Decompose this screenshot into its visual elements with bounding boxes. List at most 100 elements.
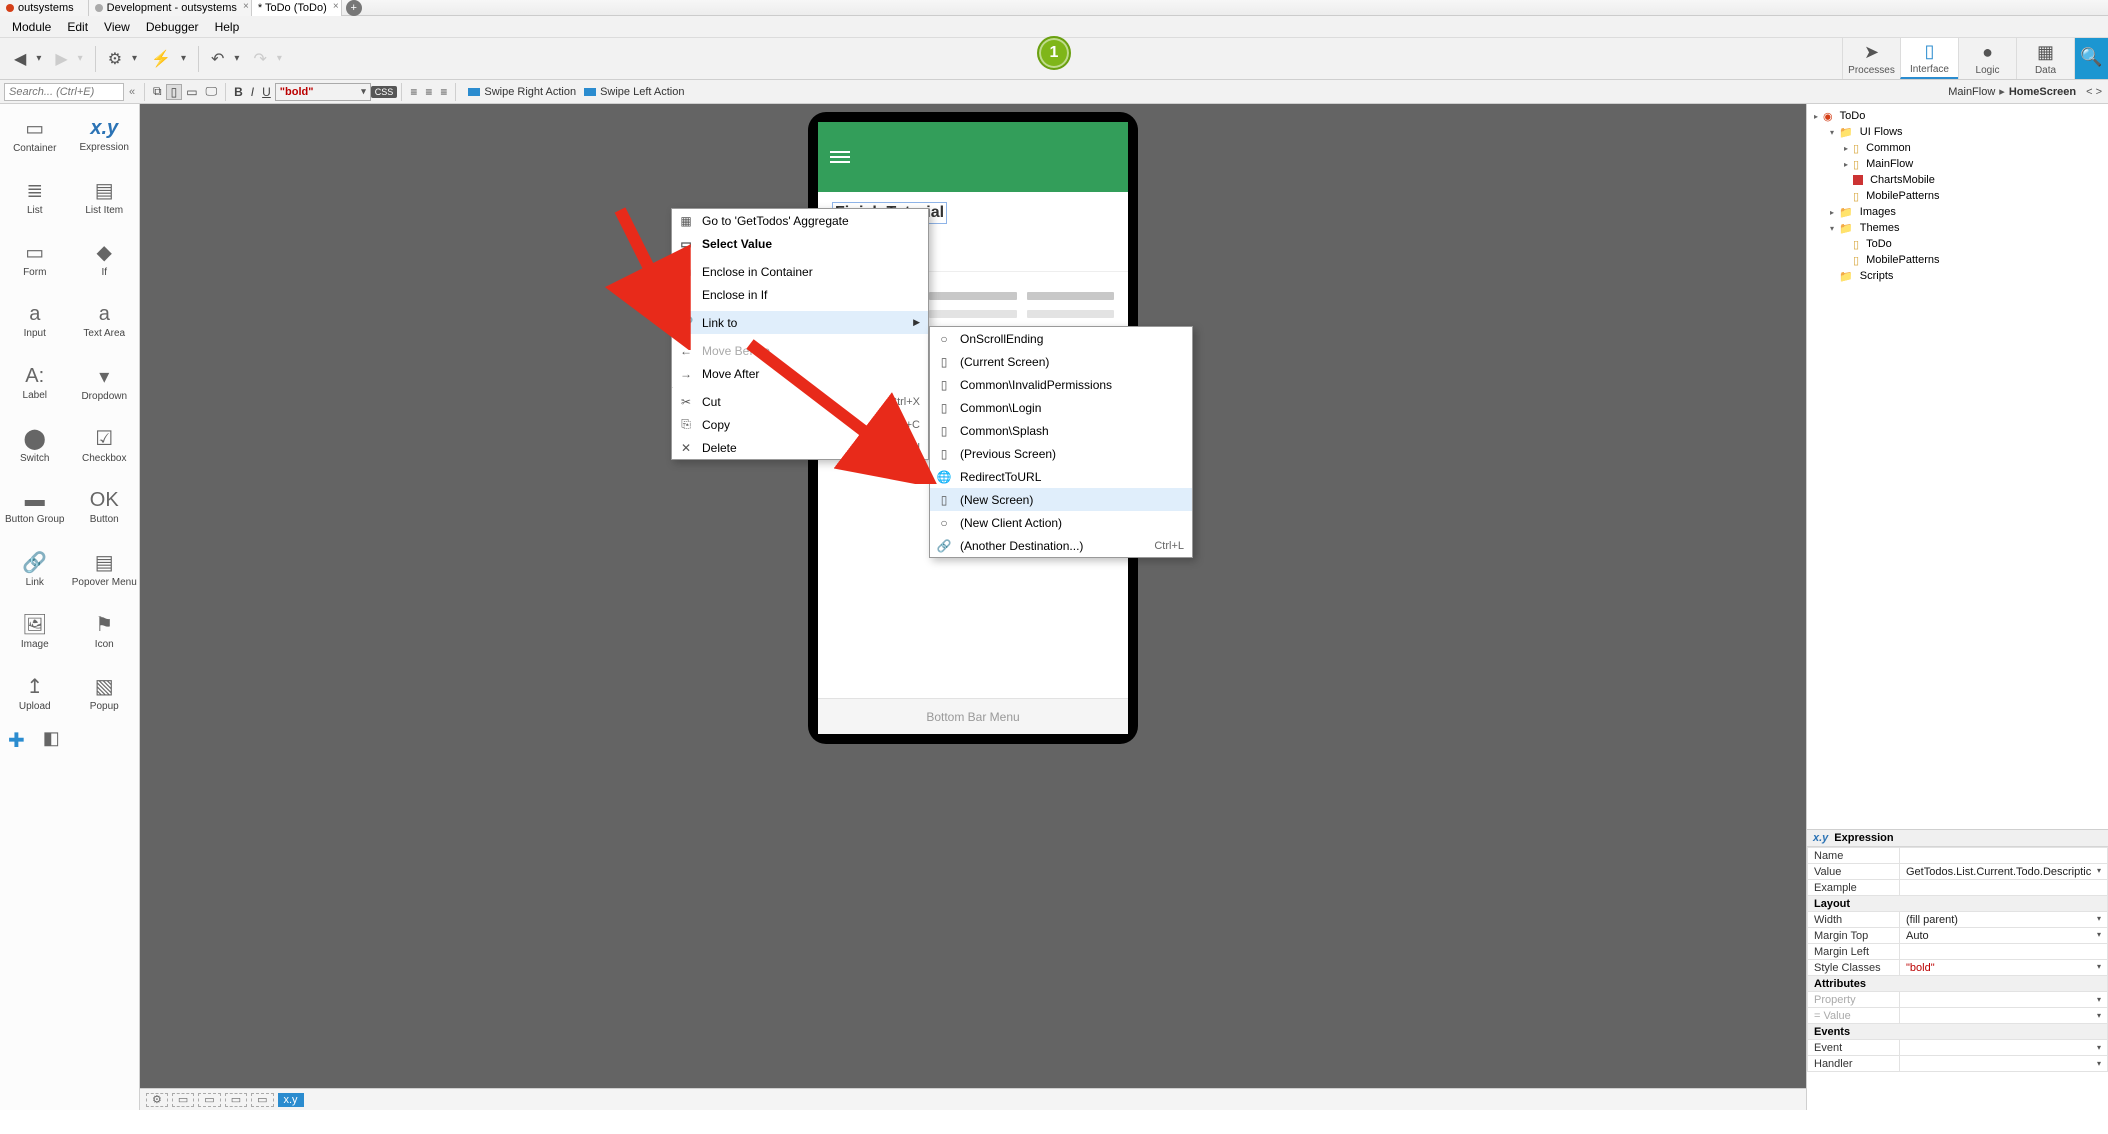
widget-tree-icon[interactable]: ⧉ [149,84,166,99]
submenu-item-redirecttourl[interactable]: 🌐RedirectToURL [930,465,1192,488]
tool-button[interactable]: OKButton [70,476,140,538]
menu-item-enclose-in-container[interactable]: ▢Enclose in Container [672,260,928,283]
toolbox-search-input[interactable] [4,83,124,101]
prop-value[interactable] [1900,880,2108,896]
back-button[interactable]: ◀ [8,47,32,71]
prop-value[interactable]: ▾ [1900,1008,2108,1024]
bottom-bar-placeholder[interactable]: Bottom Bar Menu [818,698,1128,734]
style-class-input[interactable]: "bold"▾ [275,83,371,101]
menu-item-delete[interactable]: ✕DeleteDel [672,436,928,459]
tool-input[interactable]: aInput [0,290,70,352]
gear-icon[interactable]: ⚙ [102,47,128,71]
element-tree[interactable]: ▸◉ ToDo ▾📁 UI Flows▸▯ Common▸▯ MainFlow … [1807,104,2108,830]
plug-menu[interactable]: ▾ [175,51,192,66]
tab-module[interactable]: * ToDo (ToDo) × [252,0,342,16]
tab-interface[interactable]: ▯Interface [1900,38,1958,79]
chevron-down-icon[interactable]: ▾ [2097,866,2101,875]
tool-list[interactable]: ≣List [0,166,70,228]
menu-item-link-to[interactable]: 🔗Link to▶ [672,311,928,334]
align-center-button[interactable]: ≡ [421,85,436,99]
tool-container[interactable]: ▭Container [0,104,70,166]
tool-label[interactable]: A:Label [0,352,70,414]
tree-node-themes[interactable]: ▾📁 Themes [1807,220,2108,236]
new-tab-button[interactable]: + [346,0,362,16]
undo-menu[interactable]: ▾ [228,51,245,66]
search-button[interactable]: 🔍 [2074,38,2108,79]
swipe-right-placeholder[interactable]: Swipe Right Action [468,86,576,98]
tree-node-mobilepatterns[interactable]: ▯ MobilePatterns [1807,188,2108,204]
code-view-toggle[interactable]: < > [2086,86,2102,98]
submenu-item--previous-screen-[interactable]: ▯(Previous Screen) [930,442,1192,465]
chevron-down-icon[interactable]: ▾ [2097,930,2101,939]
widget-crumb[interactable]: x.y [278,1093,304,1107]
gear-menu[interactable]: ▾ [126,51,143,66]
redo-button[interactable]: ↷ [247,47,272,71]
tool-text-area[interactable]: aText Area [70,290,140,352]
prop-value[interactable]: "bold"▾ [1900,960,2108,976]
design-canvas[interactable]: Finish Tutorial x.yExpression 11 Jan 201… [140,104,1806,1110]
breadcrumb-item[interactable]: MainFlow [1948,86,1995,98]
tree-expander[interactable]: ▾ [1827,128,1837,137]
align-right-button[interactable]: ≡ [436,85,451,99]
submenu-item-common-invalidpermissions[interactable]: ▯Common\InvalidPermissions [930,373,1192,396]
tool-form[interactable]: ▭Form [0,228,70,290]
hamburger-icon[interactable] [830,148,850,166]
tree-expander[interactable]: ▸ [1841,160,1851,169]
device-desktop-icon[interactable]: 🖵 [202,84,222,99]
tool-checkbox[interactable]: ☑Checkbox [70,414,140,476]
device-phone-icon[interactable]: ▯ [166,84,183,100]
prop-value[interactable]: GetTodos.List.Current.Todo.Descriptic▾ [1900,864,2108,880]
chevron-down-icon[interactable]: ▾ [2097,995,2101,1004]
tool-popover-menu[interactable]: ▤Popover Menu [70,538,140,600]
widget-crumb[interactable]: ▭ [225,1093,247,1107]
chevron-down-icon[interactable]: ▾ [2097,1011,2101,1020]
underline-button[interactable]: U [258,85,275,99]
tool-list-item[interactable]: ▤List Item [70,166,140,228]
tool-dropdown[interactable]: ▾Dropdown [70,352,140,414]
chevron-down-icon[interactable]: ▾ [2097,1043,2101,1052]
widget-crumb[interactable]: ▭ [172,1093,194,1107]
tab-processes[interactable]: ➤Processes [1842,38,1900,79]
tree-root[interactable]: ▸◉ ToDo [1807,108,2108,124]
app-header[interactable] [818,122,1128,192]
close-icon[interactable]: × [243,1,249,12]
tree-node-ui-flows[interactable]: ▾📁 UI Flows [1807,124,2108,140]
menu-item-select-value[interactable]: ▭Select Value [672,232,928,255]
tool-image[interactable]: 🖼Image [0,600,70,662]
submenu-item-common-splash[interactable]: ▯Common\Splash [930,419,1192,442]
bold-button[interactable]: B [230,85,247,99]
tool-icon[interactable]: ⚑Icon [70,600,140,662]
prop-value[interactable]: ▾ [1900,1040,2108,1056]
menu-item-go-to-gettodos-aggregate[interactable]: ▦Go to 'GetTodos' Aggregate [672,209,928,232]
chevron-down-icon[interactable]: ▾ [2097,962,2101,971]
device-tablet-icon[interactable]: ▭ [182,85,201,99]
close-icon[interactable]: × [333,1,339,12]
menu-item-move-after[interactable]: →Move After [672,362,928,385]
chevron-down-icon[interactable]: ▾ [2097,914,2101,923]
swipe-left-placeholder[interactable]: Swipe Left Action [584,86,684,98]
tree-expander[interactable]: ▸ [1827,208,1837,217]
menu-item-copy[interactable]: ⎘CopyCtrl+C [672,413,928,436]
puzzle-icon[interactable]: ✚ [8,728,25,753]
undo-button[interactable]: ↶ [205,47,230,71]
italic-button[interactable]: I [247,85,258,99]
css-button[interactable]: CSS [371,86,398,98]
menu-item-cut[interactable]: ✂CutCtrl+X [672,390,928,413]
prop-value[interactable] [1900,944,2108,960]
tree-node-common[interactable]: ▸▯ Common [1807,140,2108,156]
tool-button-group[interactable]: ▬Button Group [0,476,70,538]
tree-node-todo[interactable]: ▯ ToDo [1807,236,2108,252]
tool-upload[interactable]: ↥Upload [0,662,70,724]
prop-value[interactable]: ▾ [1900,1056,2108,1072]
tree-expander[interactable]: ▾ [1827,224,1837,233]
submenu-item-onscrollending[interactable]: ○OnScrollEnding [930,327,1192,350]
widget-crumb[interactable]: ▭ [198,1093,220,1107]
tool-expression[interactable]: x.yExpression [70,104,140,166]
forward-button[interactable]: ▶ [49,47,73,71]
tab-logic[interactable]: ●Logic [1958,38,2016,79]
tab-environment[interactable]: Development - outsystems × [89,0,252,16]
prop-value[interactable]: Auto▾ [1900,928,2108,944]
tab-data[interactable]: ▦Data [2016,38,2074,79]
tab-outsystems[interactable]: outsystems [0,0,89,16]
chevron-down-icon[interactable]: ▾ [2097,1059,2101,1068]
